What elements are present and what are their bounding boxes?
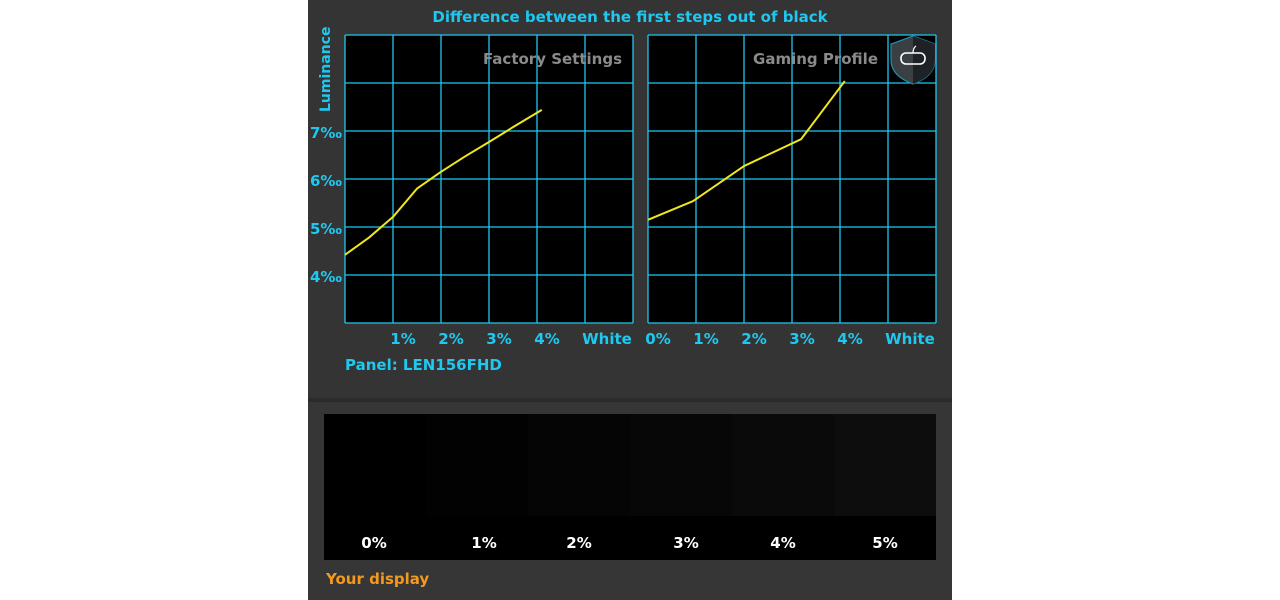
swatch-4 [732,414,834,516]
x-tick-label: 1% [390,330,415,348]
x-tick-label: White [885,330,935,348]
x-tick-label: 2% [741,330,766,348]
y-tick-label: 6‰ [310,172,342,190]
swatch-1 [426,414,528,516]
plot-gaming-profile: 0% 1% 2% 3% 4% White Gaming Profile [645,34,937,348]
chart-section: Difference between the first steps out o… [308,0,952,398]
x-tick-label: 3% [486,330,511,348]
display-test-section: 0% 1% 2% 3% 4% 5% Your display [308,402,952,600]
swatch-label: 0% [361,534,387,552]
swatch-strip: 0% 1% 2% 3% 4% 5% [324,414,936,560]
x-tick-label: White [582,330,632,348]
swatch-5 [834,414,936,516]
x-tick-label: 3% [789,330,814,348]
y-tick-label: 7‰ [310,124,342,142]
figure-frame: Difference between the first steps out o… [308,0,952,600]
swatch-label: 2% [566,534,592,552]
your-display-label: Your display [326,570,430,588]
x-tick-label: 4% [534,330,559,348]
x-tick-label: 2% [438,330,463,348]
swatch-label: 1% [471,534,497,552]
plot-title: Gaming Profile [753,50,878,68]
plot-title: Factory Settings [483,50,622,68]
x-tick-label: 4% [837,330,862,348]
swatch-3 [630,414,732,516]
plot-factory-settings: 1% 2% 3% 4% White 4‰ 5‰ 6‰ 7‰ Factory Settings [310,34,634,348]
panel-label: Panel: LEN156FHD [345,356,502,374]
x-tick-label: 0% [645,330,670,348]
swatch-2 [528,414,630,516]
y-tick-label: 5‰ [310,220,342,238]
x-tick-label: 1% [693,330,718,348]
charts-svg: 1% 2% 3% 4% White 4‰ 5‰ 6‰ 7‰ Factory Settings 0% 1… [310,34,937,348]
swatch-0 [324,414,426,516]
y-tick-label: 4‰ [310,268,342,286]
swatch-label: 4% [770,534,796,552]
swatch-label: 5% [872,534,898,552]
swatch-label: 3% [673,534,699,552]
